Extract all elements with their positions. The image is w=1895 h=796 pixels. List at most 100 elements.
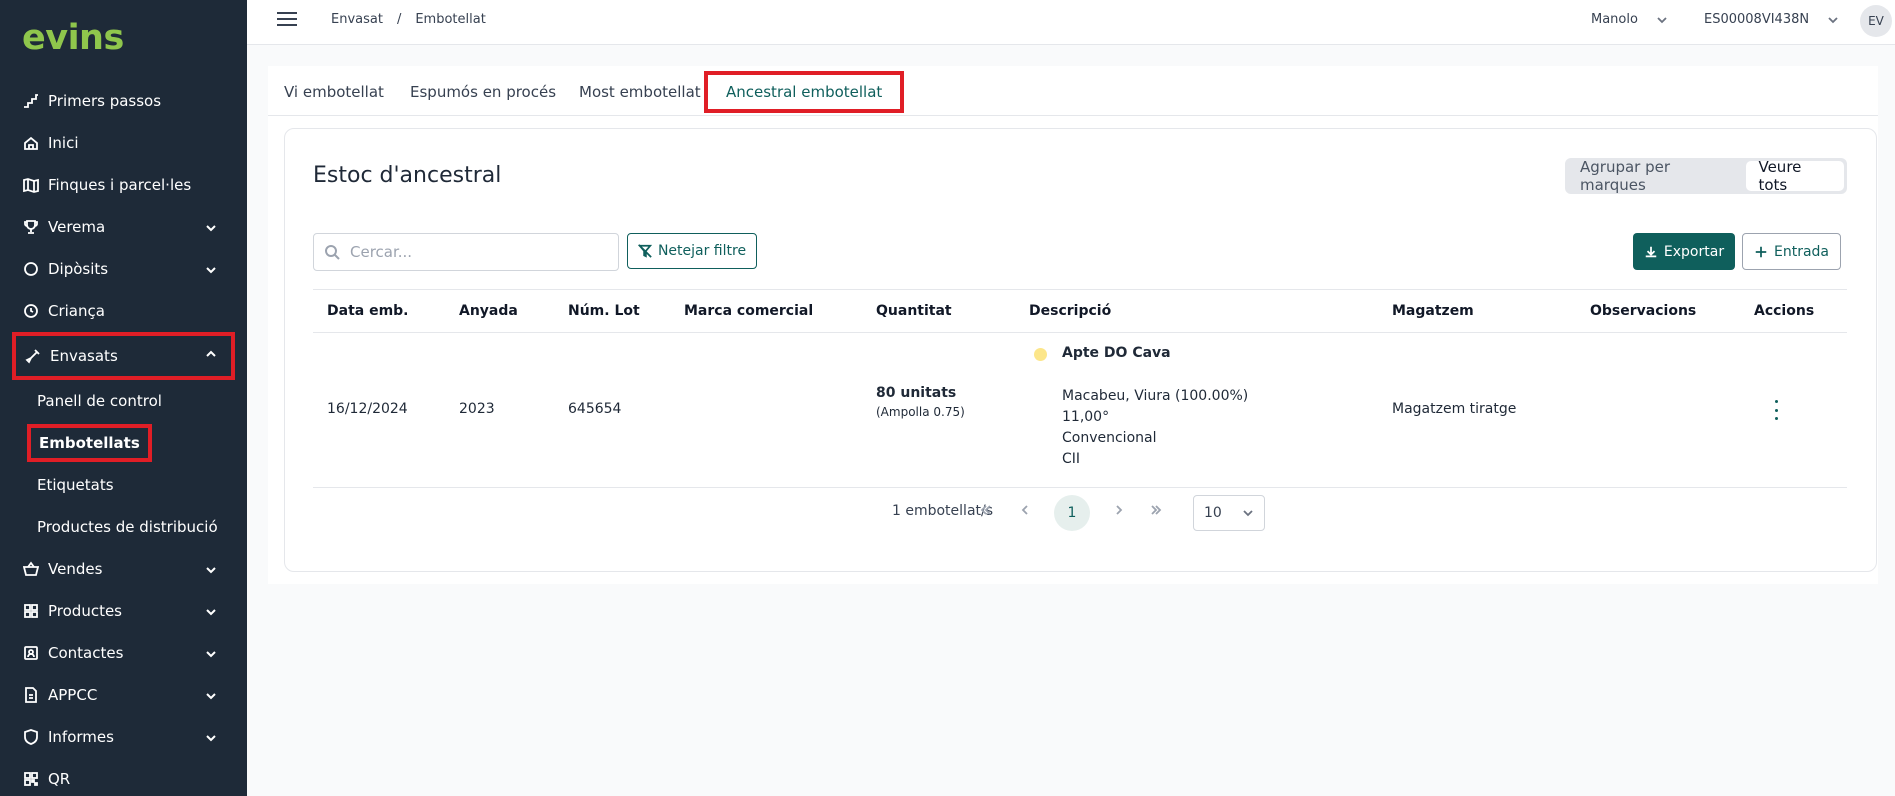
tab-vi-embotellat[interactable]: Vi embotellat (284, 83, 384, 101)
sidebar-item-label: Vendes (48, 560, 103, 578)
col-vintage[interactable]: Anyada (459, 303, 518, 319)
sidebar-item-crianca[interactable]: Criança (0, 290, 247, 332)
col-date[interactable]: Data emb. (327, 303, 409, 319)
sidebar-item-productes[interactable]: Productes (0, 590, 247, 632)
home-icon (22, 134, 40, 152)
stock-card: Estoc d'ancestral Agrupar per marques Ve… (284, 128, 1877, 572)
prev-page-icon[interactable] (1016, 501, 1034, 519)
sidebar-item-label: Envasats (50, 347, 118, 365)
breadcrumb: Envasat / Embotellat (331, 12, 486, 27)
page-size-select[interactable]: 10 (1193, 495, 1265, 531)
breadcrumb-envasat[interactable]: Envasat (331, 12, 383, 27)
chevron-down-icon (1656, 14, 1668, 26)
sidebar-item-informes[interactable]: Informes (0, 716, 247, 758)
sidebar-item-label: Inici (48, 134, 79, 152)
col-description[interactable]: Descripció (1029, 303, 1111, 319)
clear-filter-button[interactable]: Netejar filtre (627, 233, 757, 269)
user-name: Manolo (1591, 12, 1638, 27)
sidebar-item-label: Productes (48, 602, 122, 620)
sidebar-item-label: Verema (48, 218, 106, 236)
tab-most-embotellat[interactable]: Most embotellat (579, 83, 701, 101)
chevron-down-icon (1827, 14, 1839, 26)
grid-icon (22, 602, 40, 620)
cell-description-title: Apte DO Cava (1062, 345, 1171, 361)
company-selector[interactable]: ES00008VI438N (1704, 12, 1839, 27)
sidebar-subitem-etiquetats[interactable]: Etiquetats (0, 464, 247, 506)
sidebar-item-label: Informes (48, 728, 114, 746)
cell-quantity: 80 unitats (876, 385, 957, 401)
map-icon (22, 176, 40, 194)
sidebar-item-contactes[interactable]: Contactes (0, 632, 247, 674)
first-page-icon[interactable] (977, 501, 995, 519)
breadcrumb-separator: / (396, 12, 402, 27)
evins-logo[interactable]: evins (22, 18, 124, 58)
sidebar-item-label: Finques i parcel·les (48, 176, 192, 194)
group-by-brand-button[interactable]: Agrupar per marques (1568, 158, 1746, 194)
sidebar-item-diposits[interactable]: Dipòsits (0, 248, 247, 290)
chevron-down-icon (205, 562, 217, 574)
cell-vintage: 2023 (459, 401, 495, 417)
sidebar-item-label: Dipòsits (48, 260, 109, 278)
stairs-icon (22, 92, 40, 110)
sidebar-item-finques[interactable]: Finques i parcel·les (0, 164, 247, 206)
sidebar-item-envasats[interactable]: Envasats (12, 332, 235, 380)
tab-espumos[interactable]: Espumós en procés (410, 83, 556, 101)
col-actions: Accions (1754, 303, 1815, 319)
sidebar: evins Primers passos Inici Finques i par… (0, 0, 247, 796)
cell-warehouse: Magatzem tiratge (1392, 401, 1517, 417)
sidebar-item-appcc[interactable]: APPCC (0, 674, 247, 716)
cell-lot: 645654 (568, 401, 622, 417)
tabs: Vi embotellat Espumós en procés Most emb… (268, 66, 1878, 116)
topbar: Envasat / Embotellat Manolo ES00008VI438… (247, 0, 1895, 45)
col-notes[interactable]: Observacions (1590, 303, 1696, 319)
col-lot[interactable]: Núm. Lot (568, 303, 640, 319)
sidebar-subitem-embotellats[interactable]: Embotellats (0, 422, 247, 464)
trophy-icon (22, 218, 40, 236)
chevron-down-icon (205, 688, 217, 700)
sidebar-item-vendes[interactable]: Vendes (0, 548, 247, 590)
sidebar-item-inici[interactable]: Inici (0, 122, 247, 164)
page-title: Estoc d'ancestral (313, 163, 502, 188)
last-page-icon[interactable] (1147, 501, 1165, 519)
cell-description-details: Macabeu, Viura (100.00%) 11,00° Convenci… (1062, 388, 1249, 467)
page-1-button[interactable]: 1 (1054, 495, 1090, 531)
cell-quantity-unit: (Ampolla 0.75) (876, 405, 965, 419)
tab-ancestral-embotellat[interactable]: Ancestral embotellat (703, 71, 905, 113)
export-button[interactable]: Exportar (1633, 233, 1735, 270)
company-code: ES00008VI438N (1704, 12, 1810, 27)
search-input[interactable] (350, 243, 610, 261)
avatar[interactable]: EV (1860, 5, 1892, 37)
add-entry-button[interactable]: Entrada (1742, 233, 1841, 270)
clock-icon (22, 302, 40, 320)
sidebar-nav: Primers passos Inici Finques i parcel·le… (0, 80, 247, 796)
sidebar-item-primers-passos[interactable]: Primers passos (0, 80, 247, 122)
chevron-down-icon (1242, 507, 1254, 519)
filter-off-icon (637, 244, 652, 258)
col-brand[interactable]: Marca comercial (684, 303, 813, 319)
sidebar-item-verema[interactable]: Verema (0, 206, 247, 248)
next-page-icon[interactable] (1110, 501, 1128, 519)
table-row[interactable]: 16/12/2024 2023 645654 80 unitats (Ampol… (313, 333, 1847, 488)
view-toggle: Agrupar per marques Veure tots (1565, 158, 1847, 194)
breadcrumb-embotellat: Embotellat (415, 12, 486, 27)
table-header: Data emb. Anyada Núm. Lot Marca comercia… (313, 289, 1847, 333)
main-panel: Vi embotellat Espumós en procés Most emb… (268, 66, 1878, 584)
sidebar-subitem-productes-distribucio[interactable]: Productes de distribució (0, 506, 247, 548)
sidebar-item-label: APPCC (48, 686, 98, 704)
sidebar-subitem-panell[interactable]: Panell de control (0, 380, 247, 422)
circle-icon (22, 260, 40, 278)
more-actions-icon[interactable] (1773, 400, 1779, 420)
col-warehouse[interactable]: Magatzem (1392, 303, 1474, 319)
view-all-button[interactable]: Veure tots (1746, 158, 1844, 194)
contact-icon (22, 644, 40, 662)
menu-icon[interactable] (277, 12, 297, 28)
status-dot (1034, 348, 1047, 361)
user-selector[interactable]: Manolo (1591, 12, 1668, 27)
col-quantity[interactable]: Quantitat (876, 303, 952, 319)
pagination: 1 embotellat/s 1 10 (313, 491, 1847, 531)
stock-table: Data emb. Anyada Núm. Lot Marca comercia… (313, 289, 1847, 531)
chevron-down-icon (205, 604, 217, 616)
sidebar-item-qr[interactable]: QR (0, 758, 247, 796)
qr-icon (22, 770, 40, 788)
chevron-down-icon (205, 730, 217, 742)
